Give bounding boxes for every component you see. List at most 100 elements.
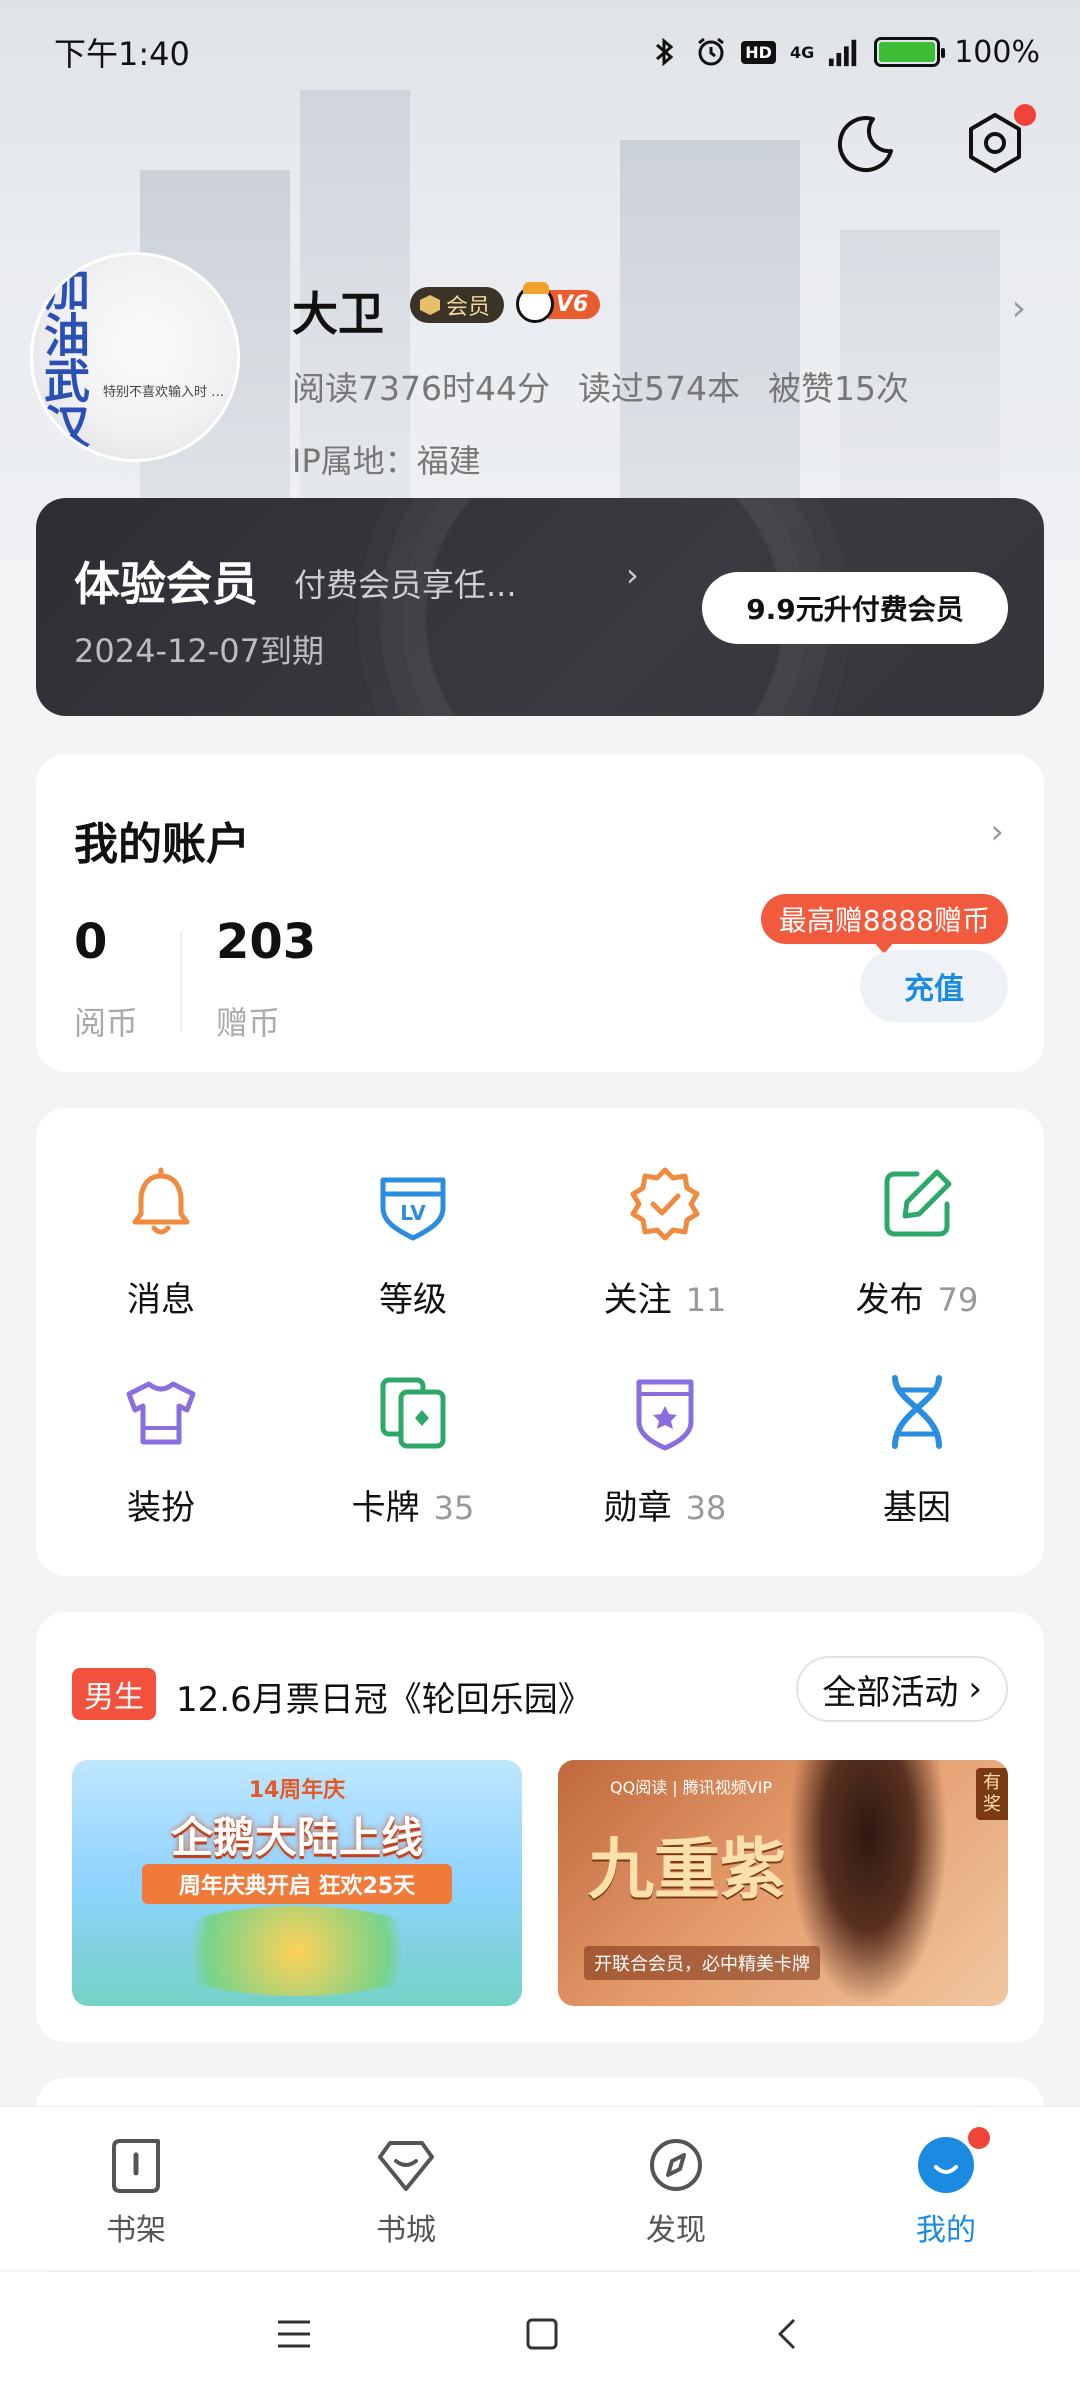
feature-label: 基因 — [883, 1488, 951, 1528]
yuebi-label: 阅币 — [74, 1004, 139, 1042]
system-navigation-bar — [0, 2272, 1080, 2400]
night-mode-button[interactable] — [830, 110, 900, 180]
feature-cards[interactable]: 卡牌 35 — [288, 1372, 538, 1572]
recharge-button[interactable]: 充值 — [860, 950, 1008, 1022]
network-label: 4G — [789, 42, 815, 62]
bell-icon — [121, 1164, 201, 1244]
shirt-icon — [121, 1372, 201, 1452]
feature-label: 消息 — [127, 1280, 195, 1320]
bottom-navigation: 书架 书城 发现 我的 — [0, 2106, 1080, 2270]
feature-label: 等级 — [379, 1280, 447, 1320]
feature-follow[interactable]: 关注 11 — [540, 1164, 790, 1364]
stat-likes: 被赞15次 — [767, 369, 909, 408]
feature-messages[interactable]: 消息 — [36, 1164, 286, 1364]
activity-banner-anniversary[interactable]: 14周年庆 企鹅大陆上线 周年庆典开启 狂欢25天 — [72, 1760, 522, 2006]
level-badge[interactable]: V6 — [516, 282, 601, 323]
battery-fill — [879, 42, 936, 62]
partner-logos: QQ阅读 | 腾讯视频VIP — [610, 1778, 773, 1797]
feature-count: 38 — [685, 1489, 727, 1527]
member-card[interactable]: 体验会员 付费会员享任... › 2024-12-07到期 9.9元升付费会员 — [36, 498, 1044, 716]
divider — [180, 932, 182, 1032]
banner-top-text: 14周年庆 — [248, 1778, 346, 1803]
chevron-right-icon[interactable]: › — [1012, 288, 1026, 329]
vip-hex-icon — [420, 295, 440, 315]
home-icon[interactable] — [524, 2316, 560, 2356]
stat-books-read: 读过574本 — [577, 369, 740, 408]
feature-gene[interactable]: 基因 — [792, 1372, 1042, 1572]
avatar[interactable]: 加油武汉 特别不喜欢输入时 … — [30, 252, 240, 462]
menu-icon[interactable] — [274, 2316, 314, 2356]
feature-level[interactable]: LV 等级 — [288, 1164, 538, 1364]
nav-label: 书城 — [376, 2213, 436, 2248]
nav-label: 发现 — [646, 2213, 706, 2248]
yuebi-value[interactable]: 0 — [74, 914, 107, 970]
feature-label: 装扮 — [127, 1488, 195, 1528]
edit-icon — [877, 1164, 957, 1244]
feature-count: 35 — [433, 1489, 475, 1527]
member-expire-date: 2024-12-07到期 — [74, 632, 324, 670]
bluetooth-icon — [649, 36, 681, 68]
member-description[interactable]: 付费会员享任... — [294, 560, 517, 606]
back-icon[interactable] — [770, 2316, 806, 2356]
nav-label: 我的 — [916, 2213, 976, 2248]
medal-icon — [625, 1372, 705, 1452]
settings-button[interactable] — [960, 104, 1036, 180]
battery-icon — [874, 37, 946, 67]
nav-mine[interactable]: 我的 — [866, 2127, 1026, 2249]
chevron-right-icon: › — [968, 1669, 982, 1709]
activity-card: 男生 12.6月票日冠《轮回乐园》 全部活动 › 14周年庆 企鹅大陆上线 周年… — [36, 1612, 1044, 2042]
vip-label: 会员 — [446, 295, 491, 320]
nav-label: 书架 — [106, 2213, 166, 2248]
feature-dressup[interactable]: 装扮 — [36, 1372, 286, 1572]
features-card: 消息 LV 等级 关注 11 发布 79 装扮 卡牌 35 勋章 38 基因 — [36, 1108, 1044, 1576]
dna-icon — [877, 1372, 957, 1452]
all-activities-label: 全部活动 — [822, 1672, 959, 1713]
feature-label: 勋章 — [603, 1488, 672, 1528]
discover-icon — [646, 2135, 706, 2195]
island-illustration — [152, 1906, 442, 1996]
feature-count: 79 — [937, 1281, 979, 1319]
all-activities-button[interactable]: 全部活动 › — [796, 1656, 1008, 1722]
bookstore-icon — [376, 2135, 436, 2195]
activity-title[interactable]: 12.6月票日冠《轮回乐园》 — [176, 1672, 592, 1721]
prize-tag: 有奖 — [976, 1768, 1008, 1820]
user-name[interactable]: 大卫 — [292, 278, 384, 344]
feature-medals[interactable]: 勋章 38 — [540, 1372, 790, 1572]
banner-main-text: 企鹅大陆上线 — [170, 1813, 423, 1862]
upgrade-member-button[interactable]: 9.9元升付费会员 — [702, 572, 1008, 644]
activity-banner-drama[interactable]: QQ阅读 | 腾讯视频VIP 九重紫 开联合会员，必中精美卡牌 有奖 — [558, 1760, 1008, 2006]
feature-label: 关注 — [603, 1280, 672, 1320]
avatar-subtext: 特别不喜欢输入时 … — [103, 385, 225, 400]
member-title: 体验会员 — [74, 557, 258, 611]
zengbi-label: 赠币 — [216, 1004, 281, 1042]
status-time: 下午1:40 — [54, 35, 190, 73]
stat-read-time: 阅读7376时44分 — [292, 369, 550, 408]
notification-dot — [968, 2127, 990, 2149]
nav-bookshelf[interactable]: 书架 — [56, 2135, 216, 2249]
level-label: V6 — [548, 289, 601, 319]
category-tag: 男生 — [72, 1668, 156, 1720]
nav-discover[interactable]: 发现 — [596, 2135, 756, 2249]
avatar-caption: 加油武汉 — [37, 265, 91, 449]
feature-publish[interactable]: 发布 79 — [792, 1164, 1042, 1364]
feature-label: 发布 — [855, 1280, 924, 1320]
chevron-right-icon[interactable]: › — [626, 556, 639, 594]
building-decoration — [620, 140, 800, 500]
account-title[interactable]: 我的账户 — [74, 808, 250, 872]
bonus-tooltip: 最高赠8888赠币 — [760, 894, 1008, 954]
level-avatar-icon — [516, 282, 554, 323]
top-actions — [830, 104, 1036, 180]
signal-icon — [828, 36, 860, 68]
cards-icon — [373, 1372, 453, 1452]
level-icon: LV — [373, 1164, 453, 1244]
notification-dot — [1014, 104, 1036, 126]
zengbi-value[interactable]: 203 — [216, 914, 316, 970]
mine-icon — [916, 2127, 990, 2195]
ip-location: IP属地：福建 — [292, 442, 481, 480]
chevron-right-icon[interactable]: › — [990, 812, 1004, 852]
nav-bookstore[interactable]: 书城 — [326, 2135, 486, 2249]
hd-icon: HD — [741, 40, 776, 64]
bookshelf-icon — [106, 2135, 166, 2195]
follow-badge-icon — [625, 1164, 705, 1244]
vip-badge[interactable]: 会员 — [410, 287, 505, 323]
